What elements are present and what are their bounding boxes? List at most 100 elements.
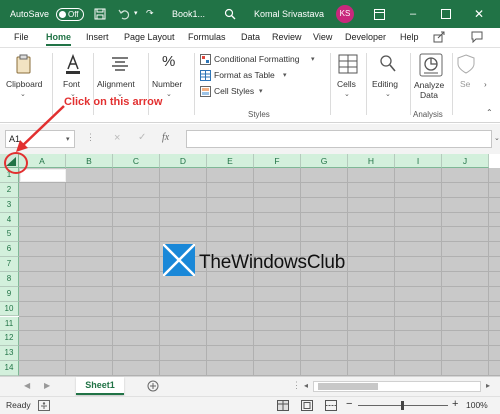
collapse-ribbon-icon[interactable]: ⌃ (486, 108, 493, 117)
search-icon[interactable] (224, 8, 236, 20)
title-bar: AutoSave Off ▾ ↷ Book1... Komal Srivasta… (0, 0, 500, 28)
scroll-left-icon[interactable]: ◂ (304, 381, 308, 390)
column-header-h[interactable]: H (348, 154, 395, 168)
row-header-10[interactable]: 10 (0, 301, 19, 317)
gridline-horizontal (19, 211, 500, 213)
tab-data[interactable]: Data (241, 30, 260, 46)
conditional-formatting-label: Conditional Formatting (214, 54, 300, 64)
chevron-down-icon: ⌄ (385, 91, 391, 98)
row-header-9[interactable]: 9 (0, 286, 19, 302)
watermark-text: TheWindowsClub (199, 252, 346, 273)
page-layout-view-icon[interactable] (301, 400, 313, 411)
enter-icon[interactable]: ✓ (138, 132, 146, 143)
normal-view-icon[interactable] (277, 400, 289, 411)
column-header-c[interactable]: C (113, 154, 160, 168)
row-header-6[interactable]: 6 (0, 242, 19, 258)
row-header-3[interactable]: 3 (0, 197, 19, 213)
chevron-down-icon: ▾ (311, 56, 315, 63)
analyze-data-icon (419, 53, 443, 77)
cell-styles-label: Cell Styles (214, 86, 255, 96)
sheet-tab[interactable]: Sheet1 (76, 377, 124, 395)
comments-icon[interactable] (471, 31, 483, 43)
expand-formula-bar-icon[interactable]: ⌄ (494, 134, 500, 142)
autosave-toggle[interactable]: Off (56, 8, 84, 21)
autosave-state: Off (68, 10, 79, 19)
active-cell[interactable] (20, 169, 66, 182)
row-header-8[interactable]: 8 (0, 271, 19, 287)
undo-dropdown-icon[interactable]: ▾ (134, 0, 138, 28)
new-sheet-icon[interactable] (147, 380, 159, 392)
share-icon[interactable] (433, 31, 445, 43)
status-ready: Ready (6, 400, 31, 410)
clipboard-icon (16, 54, 31, 74)
tab-home[interactable]: Home (46, 30, 72, 46)
column-header-j[interactable]: J (442, 154, 489, 168)
analyze-data-button[interactable]: Analyze Data Analysis (412, 48, 450, 122)
row-header-12[interactable]: 12 (0, 331, 19, 347)
previous-sheet-icon[interactable]: ◀ (24, 381, 30, 390)
tab-formulas[interactable]: Formulas (188, 30, 226, 46)
ribbon-display-icon[interactable] (374, 9, 385, 20)
row-header-11[interactable]: 11 (0, 316, 19, 332)
row-header-13[interactable]: 13 (0, 346, 19, 362)
tab-view[interactable]: View (313, 30, 332, 46)
formula-bar-grip-icon[interactable]: ⋮ (86, 132, 95, 143)
ribbon-scroll-right-icon[interactable]: › (484, 80, 487, 89)
column-header-d[interactable]: D (160, 154, 207, 168)
zoom-in-button[interactable]: + (452, 398, 458, 410)
column-header-g[interactable]: G (301, 154, 348, 168)
redo-icon[interactable]: ↷ (146, 0, 154, 27)
row-header-2[interactable]: 2 (0, 182, 19, 198)
sensitivity-label: Se (460, 79, 471, 89)
tab-review[interactable]: Review (272, 30, 302, 46)
row-header-5[interactable]: 5 (0, 227, 19, 243)
scroll-right-icon[interactable]: ▸ (486, 381, 490, 390)
row-header-4[interactable]: 4 (0, 212, 19, 228)
zoom-slider-thumb[interactable] (401, 401, 404, 410)
column-header-f[interactable]: F (254, 154, 301, 168)
cells-group[interactable]: Cells ⌄ (332, 48, 364, 122)
tab-developer[interactable]: Developer (345, 30, 386, 46)
tab-help[interactable]: Help (400, 30, 419, 46)
undo-icon[interactable] (118, 8, 130, 20)
column-header-i[interactable]: I (395, 154, 442, 168)
ribbon: Clipboard ⌄ Font ⌄ Alignment ⌄ % Number … (0, 47, 500, 123)
ribbon-tabs: File Home Insert Page Layout Formulas Da… (0, 28, 500, 46)
zoom-out-button[interactable]: − (346, 398, 352, 410)
name-box-dropdown-icon[interactable]: ▾ (66, 135, 70, 143)
cancel-icon[interactable]: × (114, 132, 120, 144)
next-sheet-icon[interactable]: ▶ (44, 381, 50, 390)
font-icon (66, 54, 80, 74)
tab-page-layout[interactable]: Page Layout (124, 30, 175, 46)
tab-file[interactable]: File (14, 30, 29, 46)
editing-group[interactable]: Editing ⌄ (368, 48, 408, 122)
accessibility-icon[interactable] (38, 400, 50, 411)
row-header-7[interactable]: 7 (0, 257, 19, 272)
horizontal-scrollbar[interactable] (313, 381, 481, 392)
gridline-horizontal (19, 315, 500, 317)
page-break-view-icon[interactable] (325, 400, 337, 411)
close-icon[interactable]: ✕ (474, 0, 484, 28)
sensitivity-group[interactable]: Se (454, 48, 480, 122)
status-bar: Ready − + 100% (0, 396, 500, 414)
minimize-icon[interactable]: – (410, 0, 416, 28)
column-header-b[interactable]: B (66, 154, 113, 168)
editing-icon (380, 55, 396, 72)
scrollbar-thumb[interactable] (318, 383, 378, 390)
alignment-group[interactable]: Alignment ⌄ (95, 48, 145, 122)
number-group[interactable]: % Number ⌄ (150, 48, 192, 122)
chevron-down-icon: ⌄ (344, 91, 350, 98)
row-header-14[interactable]: 14 (0, 361, 19, 376)
avatar[interactable]: KS (336, 5, 354, 23)
formula-input[interactable] (186, 130, 492, 148)
zoom-level[interactable]: 100% (466, 400, 488, 410)
maximize-icon[interactable] (441, 9, 451, 19)
column-header-e[interactable]: E (207, 154, 254, 168)
insert-function-icon[interactable]: fx (162, 132, 169, 143)
tab-insert[interactable]: Insert (86, 30, 109, 46)
document-title: Book1... (172, 9, 206, 19)
save-icon[interactable] (94, 8, 106, 20)
tab-split-handle[interactable]: ⋮ (292, 380, 301, 391)
clipboard-label: Clipboard (6, 79, 43, 89)
ribbon-separator (194, 53, 195, 115)
